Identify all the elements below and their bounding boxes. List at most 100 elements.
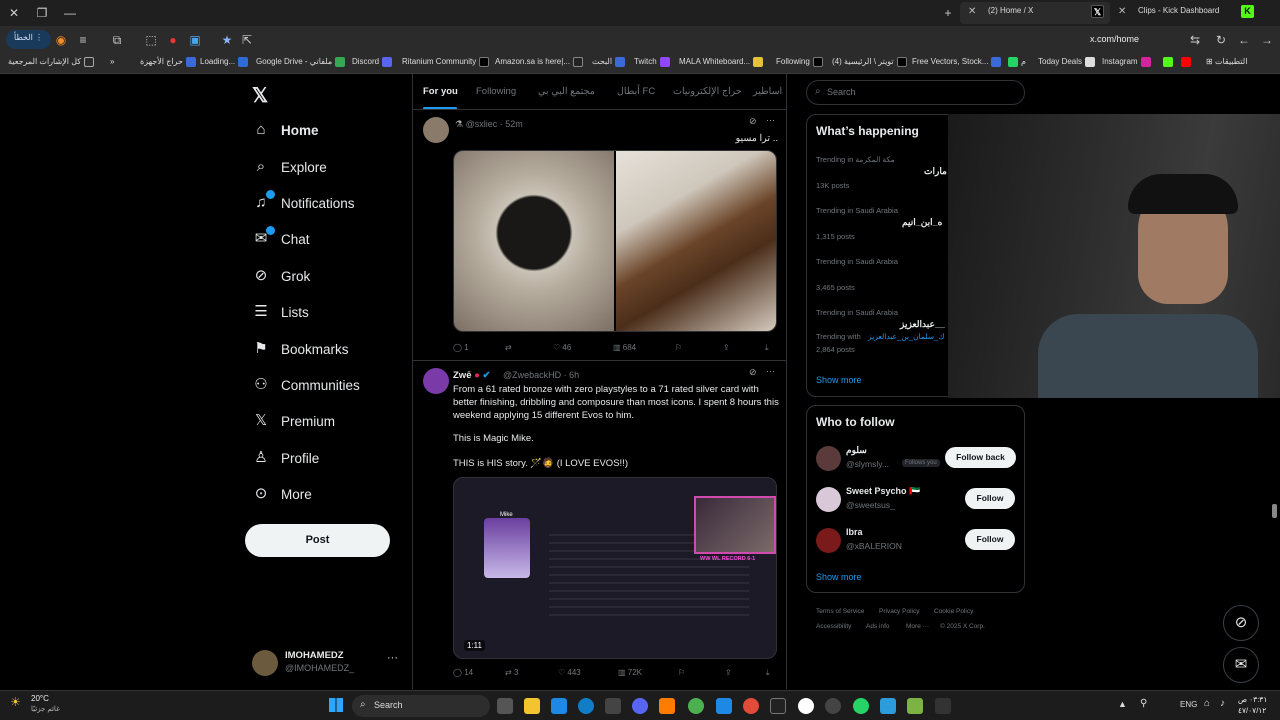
reply-icon[interactable]: ◯ 14	[453, 668, 473, 677]
file-explorer-icon[interactable]	[524, 698, 540, 714]
app-icon[interactable]	[907, 698, 923, 714]
post-button[interactable]: Post	[245, 524, 390, 557]
restore-window-icon[interactable]: ❐	[34, 5, 50, 21]
share-page-icon[interactable]: ⇱	[238, 31, 256, 49]
blender-icon[interactable]	[743, 698, 759, 714]
weather-temp[interactable]: 20°C	[31, 694, 49, 703]
extensions-puzzle-icon[interactable]: ⬚	[142, 31, 160, 49]
tweet-media[interactable]	[453, 150, 777, 332]
bookmark-icon[interactable]: ⚐	[675, 343, 682, 352]
nav-grok[interactable]: ⊘ Grok	[252, 261, 311, 291]
forward-arrow-icon[interactable]: →	[1258, 31, 1276, 49]
bookmark-item[interactable]: تويتر \ الرئيسية (4)	[832, 57, 910, 67]
reading-list-icon[interactable]: ≡	[74, 31, 92, 49]
x-logo-icon[interactable]: 𝕏	[252, 83, 268, 108]
bookmark-item[interactable]: Free Vectors, Stock...	[912, 57, 1004, 67]
bookmark-apps[interactable]: ⊞ التطبيقات	[1206, 57, 1247, 66]
nav-profile[interactable]: ♙ Profile	[252, 443, 319, 473]
bookmark-item[interactable]: Today Deals	[1038, 57, 1098, 67]
bookmark-overflow[interactable]: »	[110, 57, 114, 66]
epic-games-icon[interactable]	[935, 698, 951, 714]
tab-fc-heroes[interactable]: أبطال FC	[617, 86, 655, 97]
follow-button[interactable]: Follow	[965, 529, 1015, 550]
volume-icon[interactable]: ♪	[1220, 698, 1225, 709]
avatar[interactable]	[423, 117, 449, 143]
tab-community[interactable]: مجتمع البي بي	[538, 86, 595, 97]
nav-premium[interactable]: 𝕏 Premium	[252, 406, 335, 436]
tab-for-you[interactable]: For you	[423, 86, 458, 97]
reload-icon[interactable]: ↻	[1212, 31, 1230, 49]
nav-communities[interactable]: ⚇ Communities	[252, 370, 360, 400]
store-icon[interactable]	[605, 698, 621, 714]
close-tab-icon[interactable]: ✕	[968, 6, 976, 17]
app-icon[interactable]	[880, 698, 896, 714]
profile-error-button[interactable]: الخطأ ⋮	[6, 30, 52, 49]
new-tab-icon[interactable]: +	[940, 5, 956, 21]
show-more-link[interactable]: Show more	[816, 375, 862, 385]
tweet-zweback[interactable]: Zwē ● ✔ @ZwebackHD · 6h ⊘ ··· From a 61 …	[413, 362, 786, 689]
bookmark-all[interactable]: كل الإشارات المرجعية	[8, 57, 97, 67]
copilot-icon[interactable]	[551, 698, 567, 714]
language-indicator[interactable]: ENG	[1180, 700, 1197, 709]
share-icon[interactable]: ⇪	[725, 668, 732, 677]
nav-notifications[interactable]: ♫ Notifications	[252, 188, 355, 218]
like-icon[interactable]: ♡ 443	[558, 668, 581, 677]
bookmark-item[interactable]: حراج الأجهزة	[140, 57, 199, 67]
bookmark-item[interactable]: م	[1005, 57, 1026, 67]
tweet-handle[interactable]: ⚗ @sxliec · 52m	[455, 119, 523, 130]
tab-kick-dashboard[interactable]: ✕ Clips - Kick Dashboard K	[1110, 2, 1260, 24]
taskbar-search[interactable]: ⌕ Search	[352, 695, 490, 717]
nav-bookmarks[interactable]: ⚑ Bookmarks	[252, 334, 348, 364]
nav-home[interactable]: ⌂ Home	[252, 115, 318, 145]
bookmark-item[interactable]: Twitch	[634, 57, 673, 67]
bookmark-item[interactable]: البحث	[592, 57, 628, 67]
chrome-icon[interactable]	[688, 698, 704, 714]
retweet-icon[interactable]: ⇄ 3	[505, 668, 518, 677]
tweet-sxliec[interactable]: ⚗ @sxliec · 52m ⊘ ··· ترا مسيو .. ◯ 1 ⇄ …	[413, 111, 786, 361]
tweet-video[interactable]: Mike WW WL RECORD 6-1 1:11	[453, 477, 777, 659]
tab-following[interactable]: Following	[476, 86, 516, 97]
like-icon[interactable]: ♡ 46	[553, 343, 571, 352]
whatsapp-icon[interactable]	[853, 698, 869, 714]
close-window-icon[interactable]: ✕	[6, 5, 22, 21]
views-icon[interactable]: ▥ 72K	[618, 668, 642, 677]
bookmark-item[interactable]: Discord	[352, 57, 395, 67]
trend-item[interactable]: Trending in Saudi Arabia ه_ابن_انيم 1,31…	[816, 206, 956, 246]
nav-more[interactable]: ⊙ More	[252, 479, 312, 509]
bookmark-item[interactable]: Ritanium Community	[402, 57, 492, 67]
clock-date[interactable]: ٤٧/٠٧/١٢	[1238, 706, 1266, 715]
illustrator-icon[interactable]	[659, 698, 675, 714]
tray-overflow-icon[interactable]: ▲	[1118, 699, 1127, 709]
show-more-link[interactable]: Show more	[816, 572, 862, 582]
bookmark-star-icon[interactable]: ★	[218, 31, 236, 49]
search-input[interactable]: ⌕ Search	[806, 80, 1025, 105]
trend-item[interactable]: Trending in Saudi Arabia 3,465 posts	[816, 257, 956, 297]
more-options-icon[interactable]: ···	[387, 652, 398, 664]
footer-link[interactable]: Terms of Service	[816, 608, 864, 615]
page-scrollbar[interactable]	[1272, 504, 1277, 518]
account-switcher[interactable]: IMOHAMEDZ @IMOHAMEDZ_ ···	[252, 648, 402, 680]
reply-icon[interactable]: ◯ 1	[453, 343, 469, 352]
footer-link[interactable]: Accessibility	[816, 623, 851, 630]
tab-home-x[interactable]: ✕ (2) Home / X 𝕏	[960, 2, 1110, 24]
app-icon[interactable]	[770, 698, 786, 714]
close-tab-icon[interactable]: ✕	[1118, 6, 1126, 17]
share-icon[interactable]: ⇪	[723, 343, 730, 352]
bookmark-item[interactable]: Loading...	[200, 57, 251, 67]
footer-link[interactable]: Privacy Policy	[879, 608, 919, 615]
obs-icon[interactable]	[798, 698, 814, 714]
translate-icon[interactable]: ▣	[186, 31, 204, 49]
tweet-more-icon[interactable]: ···	[766, 366, 775, 376]
screenshot-icon[interactable]: ⧉	[108, 31, 126, 49]
footer-link[interactable]: More ···	[906, 623, 929, 630]
follow-back-button[interactable]: Follow back	[945, 447, 1016, 468]
tweet-handle[interactable]: @ZwebackHD · 6h	[503, 370, 579, 380]
bookmark-item[interactable]: Google Drive - ملفاتي	[256, 57, 348, 67]
nav-chat[interactable]: ✉ Chat	[252, 224, 310, 254]
footer-link[interactable]: Ads info	[866, 623, 890, 630]
shield-icon[interactable]: ●	[164, 31, 182, 49]
discord-icon[interactable]	[632, 698, 648, 714]
grok-explain-icon[interactable]: ⊘	[749, 367, 757, 378]
site-settings-icon[interactable]: ⇆	[1186, 31, 1204, 49]
bookmark-icon[interactable]: ⚐	[678, 668, 685, 677]
